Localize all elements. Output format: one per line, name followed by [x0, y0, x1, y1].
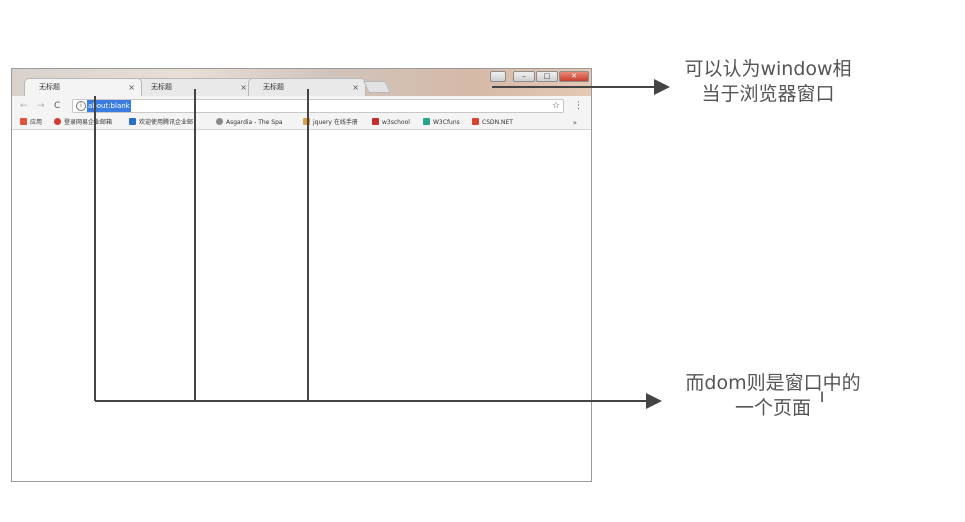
tab-1[interactable]: 无标题 ×: [24, 78, 142, 96]
text-cursor-icon: I: [820, 390, 825, 406]
window-annotation: 可以认为window相 当于浏览器窗口: [668, 57, 868, 107]
annotation-line: 而dom则是窗口中的: [685, 372, 861, 394]
tab-label: 无标题: [39, 83, 60, 91]
annotation-line: 一个页面: [734, 397, 811, 419]
tab-close-icon[interactable]: ×: [128, 79, 135, 96]
annotation-line: 可以认为window相: [684, 58, 852, 80]
annotation-line: 当于浏览器窗口: [701, 83, 835, 105]
dom-annotation: 而dom则是窗口中的 一个页面: [668, 371, 878, 421]
